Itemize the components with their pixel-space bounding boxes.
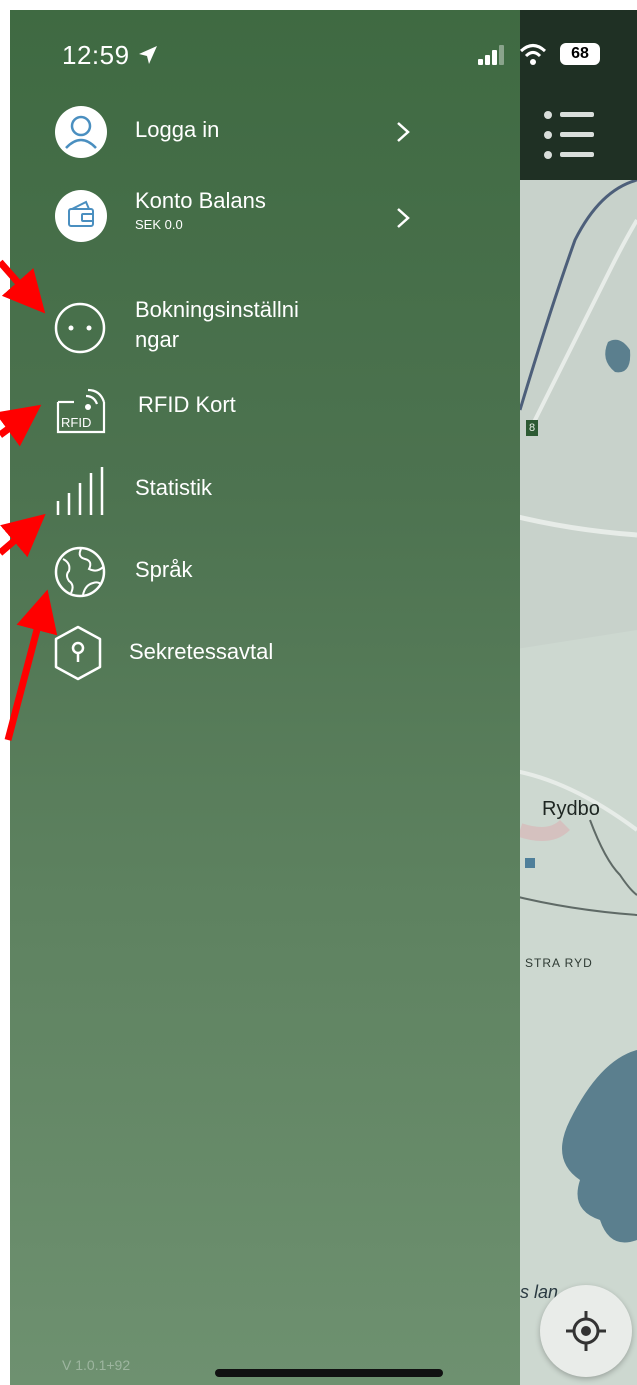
menu-item-label: Sekretessavtal — [129, 639, 274, 664]
signal-icon — [478, 45, 504, 65]
menu-item-label: Bokningsinställni — [135, 297, 299, 322]
battery-level: 68 — [571, 45, 589, 62]
location-arrow-icon — [139, 46, 158, 64]
balance-value: SEK 0.0 — [135, 217, 183, 232]
area-label: STRA RYD — [525, 956, 593, 970]
wifi-icon — [519, 44, 547, 65]
menu-item-label: RFID Kort — [138, 392, 236, 417]
rfid-icon-text: RFID — [61, 415, 91, 430]
crosshair-icon — [566, 1311, 606, 1351]
chevron-right-icon — [397, 122, 410, 142]
town-label: Rydbo — [542, 798, 600, 820]
menu-item-login[interactable]: Logga in — [10, 102, 520, 162]
app-version: V 1.0.1+92 — [62, 1357, 131, 1373]
menu-item-label: Logga in — [135, 117, 220, 142]
menu-item-statistics[interactable]: Statistik — [10, 460, 520, 520]
chevron-right-icon — [397, 208, 410, 228]
socket-icon — [54, 302, 106, 354]
home-indicator[interactable] — [215, 1369, 443, 1377]
user-icon — [55, 106, 107, 158]
status-bar-indicators: 68 — [476, 40, 636, 70]
wallet-icon — [55, 190, 107, 242]
menu-item-privacy-policy[interactable]: Sekretessavtal — [10, 622, 520, 682]
menu-item-rfid-card[interactable]: RFID RFID Kort — [10, 378, 520, 438]
bars-icon — [56, 467, 104, 515]
shield-keyhole-icon — [54, 625, 102, 681]
locate-me-button[interactable] — [540, 1285, 632, 1377]
status-time-text: 12:59 — [62, 40, 130, 70]
battery-icon: 68 — [560, 43, 600, 65]
status-bar-time: 12:59 — [62, 40, 159, 71]
globe-icon — [54, 546, 106, 598]
phone-screen: 8 Rydbo STRA RYD ges lan 12:59 68 Logga … — [10, 10, 637, 1385]
road-number-label: 8 — [526, 420, 538, 436]
menu-item-label: Språk — [135, 557, 193, 582]
list-menu-icon[interactable] — [540, 105, 600, 165]
rfid-card-icon: RFID — [56, 388, 106, 434]
menu-item-label: Statistik — [135, 475, 213, 500]
side-drawer: 12:59 68 Logga in Konto Balans SEK 0.0 B… — [10, 10, 600, 1385]
menu-item-label-continued: ngar — [135, 327, 180, 352]
menu-item-booking-settings[interactable]: Bokningsinställni ngar — [10, 294, 520, 364]
menu-item-language[interactable]: Språk — [10, 542, 520, 602]
menu-item-label: Konto Balans — [135, 188, 266, 213]
menu-item-account-balance[interactable]: Konto Balans SEK 0.0 — [10, 182, 520, 242]
